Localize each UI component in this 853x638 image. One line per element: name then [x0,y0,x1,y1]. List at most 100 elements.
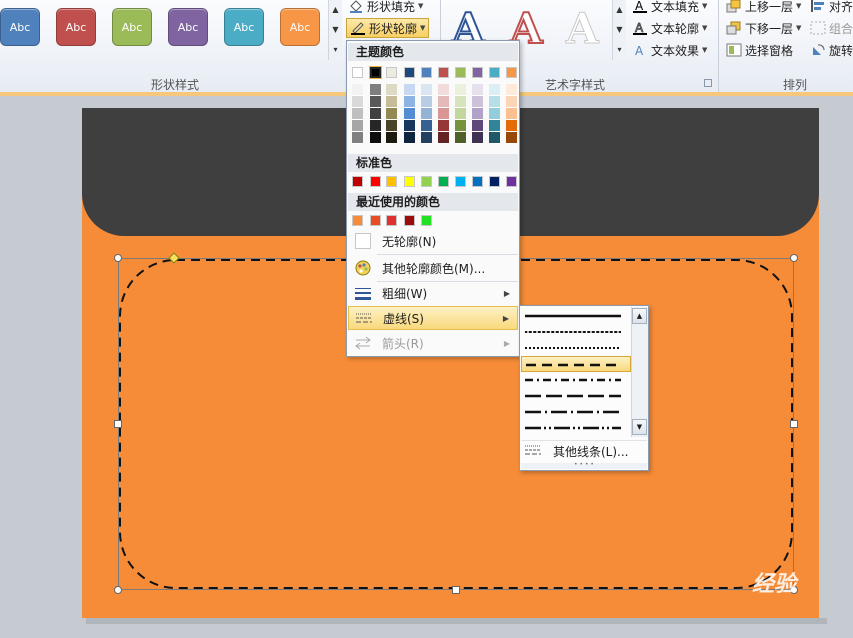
standard-color-swatch[interactable] [386,176,397,187]
standard-color-swatch[interactable] [489,176,500,187]
shape-style-button[interactable]: Abc [280,8,320,46]
theme-shade-swatch[interactable] [421,132,432,144]
dash-option-long-dash-dot-dot[interactable] [521,420,631,436]
theme-shade-swatch[interactable] [386,120,397,132]
theme-shade-swatch[interactable] [386,108,397,120]
standard-color-swatch[interactable] [438,176,449,187]
theme-shade-swatch[interactable] [438,108,449,120]
standard-color-swatch[interactable] [404,176,415,187]
theme-shade-swatch[interactable] [386,96,397,108]
wordart-style-light[interactable]: A [566,4,600,54]
shape-style-button[interactable]: Abc [224,8,264,46]
gallery-scroll-up-icon[interactable]: ▲ [329,0,342,20]
theme-shade-swatch[interactable] [489,96,500,108]
theme-color-swatch[interactable] [421,67,432,78]
no-outline-item[interactable]: 无轮廓(N) [348,229,518,253]
theme-shade-swatch[interactable] [370,108,381,120]
theme-shade-swatch[interactable] [404,108,415,120]
wordart-scroll-up-icon[interactable]: ▲ [613,0,626,20]
text-fill-button[interactable]: A 文本填充 ▼ [632,0,707,16]
resize-handle-bottom-left[interactable] [114,586,122,594]
recent-color-swatch[interactable] [421,215,432,226]
scroll-up-icon[interactable]: ▲ [632,308,647,324]
dash-option-square-dot[interactable] [521,340,631,356]
standard-color-swatch[interactable] [455,176,466,187]
theme-shade-swatch[interactable] [404,120,415,132]
theme-shade-swatch[interactable] [455,132,466,144]
bring-forward-button[interactable]: 上移一层 ▼ [726,0,801,16]
resize-handle-right[interactable] [790,420,798,428]
wordart-gallery-scroll[interactable]: ▲ ▼ ▾ [612,0,626,60]
gallery-more-icon[interactable]: ▾ [329,40,342,60]
group-button[interactable]: 组合 [810,18,853,38]
resize-handle-bottom[interactable] [452,586,460,594]
more-lines-item[interactable]: 其他线条(L)... [521,440,647,462]
shape-fill-button[interactable]: 形状填充 ▼ [348,0,423,16]
selection-pane-button[interactable]: 选择窗格 [726,40,793,60]
theme-shade-swatch[interactable] [489,120,500,132]
theme-shade-swatch[interactable] [455,120,466,132]
gallery-scroll-down-icon[interactable]: ▼ [329,20,342,40]
theme-shade-swatch[interactable] [489,108,500,120]
standard-color-swatch[interactable] [506,176,517,187]
theme-shade-swatch[interactable] [506,132,517,144]
theme-color-swatch[interactable] [455,67,466,78]
scroll-down-icon[interactable]: ▼ [632,419,647,435]
theme-shade-swatch[interactable] [489,84,500,96]
recent-color-swatch[interactable] [404,215,415,226]
wordart-more-icon[interactable]: ▾ [613,40,626,60]
text-effects-button[interactable]: A 文本效果 ▼ [632,40,707,60]
shape-outline-button[interactable]: 形状轮廓 ▼ [346,18,430,38]
gallery-scroll[interactable]: ▲ ▼ ▾ [328,0,342,60]
resize-handle-top-right[interactable] [790,254,798,262]
theme-shade-swatch[interactable] [472,108,483,120]
theme-shade-swatch[interactable] [370,96,381,108]
shape-style-button[interactable]: Abc [56,8,96,46]
theme-shade-swatch[interactable] [438,96,449,108]
theme-shade-swatch[interactable] [455,84,466,96]
align-button[interactable]: 对齐 [810,0,853,16]
theme-shade-swatch[interactable] [352,84,363,96]
theme-shade-swatch[interactable] [421,84,432,96]
theme-color-swatch[interactable] [404,67,415,78]
theme-shade-swatch[interactable] [352,120,363,132]
dash-option-round-dot[interactable] [521,324,631,340]
theme-color-swatch[interactable] [369,66,382,79]
recent-color-swatch[interactable] [386,215,397,226]
theme-shade-swatch[interactable] [506,84,517,96]
rotate-button[interactable]: 旋转 [810,40,853,60]
theme-shade-swatch[interactable] [455,96,466,108]
dialog-launcher-icon[interactable] [704,79,712,87]
theme-shade-swatch[interactable] [506,108,517,120]
standard-color-swatch[interactable] [370,176,381,187]
theme-shade-swatch[interactable] [438,132,449,144]
resize-handle-left[interactable] [114,420,122,428]
theme-shade-swatch[interactable] [404,84,415,96]
theme-shade-swatch[interactable] [352,96,363,108]
theme-shade-swatch[interactable] [421,96,432,108]
theme-shade-swatch[interactable] [472,96,483,108]
theme-shade-swatch[interactable] [506,120,517,132]
dash-option-solid[interactable] [521,308,631,324]
resize-handle-top-left[interactable] [114,254,122,262]
theme-color-swatch[interactable] [386,67,397,78]
theme-shade-swatch[interactable] [472,120,483,132]
theme-shade-swatch[interactable] [421,108,432,120]
shape-style-button[interactable]: Abc [0,8,40,46]
dash-option-dash-dot[interactable] [521,372,631,388]
standard-color-swatch[interactable] [352,176,363,187]
theme-shade-swatch[interactable] [370,120,381,132]
wordart-scroll-down-icon[interactable]: ▼ [613,20,626,40]
more-outline-colors-item[interactable]: 其他轮廓颜色(M)... [348,256,518,280]
weight-item[interactable]: 粗细(W) ▶ [348,281,518,305]
theme-shade-swatch[interactable] [421,120,432,132]
theme-shade-swatch[interactable] [370,84,381,96]
theme-shade-swatch[interactable] [438,120,449,132]
dash-option-long-dash[interactable] [521,388,631,404]
recent-color-swatch[interactable] [352,215,363,226]
text-outline-button[interactable]: A 文本轮廓 ▼ [632,18,707,38]
theme-shade-swatch[interactable] [472,132,483,144]
theme-shade-swatch[interactable] [386,84,397,96]
shape-style-button[interactable]: Abc [168,8,208,46]
dash-option-long-dash-dot[interactable] [521,404,631,420]
